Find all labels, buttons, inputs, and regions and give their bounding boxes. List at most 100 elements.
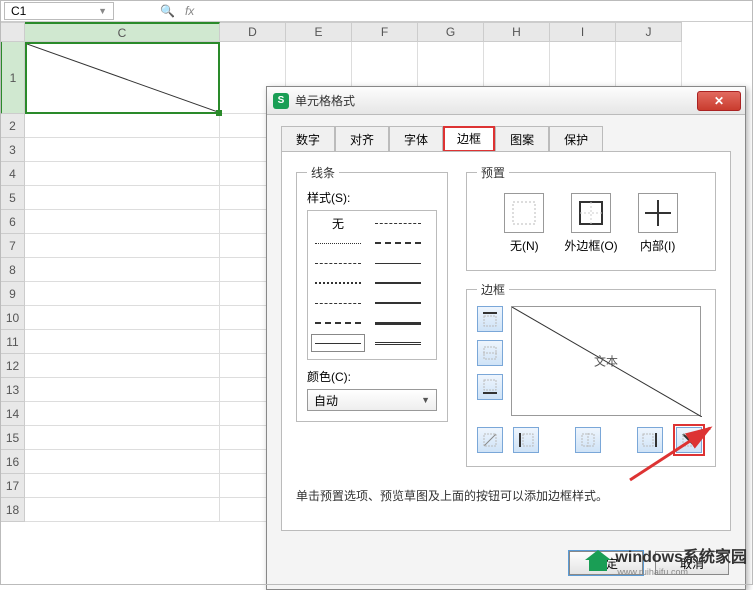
row-header[interactable]: 6	[0, 210, 25, 234]
tab-border[interactable]: 边框	[443, 126, 495, 152]
line-style-option[interactable]	[312, 255, 364, 271]
line-style-option[interactable]	[312, 315, 364, 331]
cell-reference: C1	[11, 4, 26, 18]
row-header[interactable]: 14	[0, 402, 25, 426]
cell[interactable]	[25, 498, 220, 522]
cell[interactable]	[25, 378, 220, 402]
line-legend: 线条	[307, 164, 339, 181]
row-header[interactable]: 11	[0, 330, 25, 354]
border-diag-down-button[interactable]	[676, 427, 702, 453]
preview-text: 文本	[594, 353, 618, 370]
line-color-select[interactable]: 自动 ▼	[307, 389, 437, 411]
line-style-list[interactable]: 无	[307, 210, 437, 360]
row-header[interactable]: 7	[0, 234, 25, 258]
preset-inner[interactable]: 内部(I)	[638, 193, 678, 254]
row-header[interactable]: 16	[0, 450, 25, 474]
search-icon[interactable]: 🔍	[160, 4, 175, 18]
line-style-none[interactable]: 无	[312, 215, 364, 231]
tab-font[interactable]: 字体	[389, 126, 443, 152]
line-style-option[interactable]	[312, 275, 364, 291]
row-header[interactable]: 9	[0, 282, 25, 306]
column-header[interactable]: J	[616, 22, 682, 42]
formula-bar: C1 ▼ 🔍 fx	[0, 0, 753, 22]
row-header[interactable]: 15	[0, 426, 25, 450]
line-style-option[interactable]	[312, 295, 364, 311]
select-all-corner[interactable]	[0, 22, 25, 42]
border-bottom-button[interactable]	[477, 374, 503, 400]
fx-icon[interactable]: fx	[185, 4, 194, 18]
line-style-option[interactable]	[312, 235, 364, 251]
line-style-option[interactable]	[372, 335, 424, 351]
border-vmiddle-button[interactable]	[575, 427, 601, 453]
column-header[interactable]: I	[550, 22, 616, 42]
line-style-option-selected[interactable]	[312, 335, 364, 351]
column-header[interactable]: C	[25, 22, 220, 42]
tab-number[interactable]: 数字	[281, 126, 335, 152]
column-header[interactable]: H	[484, 22, 550, 42]
hint-text: 单击预置选项、预览草图及上面的按钮可以添加边框样式。	[296, 477, 716, 504]
close-button[interactable]: ✕	[697, 91, 741, 111]
line-style-option[interactable]	[372, 295, 424, 311]
line-style-option[interactable]	[372, 255, 424, 271]
chevron-down-icon: ▼	[421, 395, 430, 405]
row-header[interactable]: 12	[0, 354, 25, 378]
cell[interactable]	[25, 402, 220, 426]
dialog-titlebar[interactable]: S 单元格格式 ✕	[267, 87, 745, 115]
cell-c1-selected[interactable]	[25, 42, 220, 114]
column-headers: C D E F G H I J	[25, 22, 753, 42]
cell[interactable]	[25, 138, 220, 162]
row-header[interactable]: 4	[0, 162, 25, 186]
row-header[interactable]: 18	[0, 498, 25, 522]
cell[interactable]	[25, 114, 220, 138]
preset-none[interactable]: 无(N)	[504, 193, 544, 254]
watermark-url: www.ruihaifu.com	[617, 567, 747, 579]
fill-handle[interactable]	[216, 110, 222, 116]
dialog-title: 单元格格式	[295, 92, 697, 109]
tab-align[interactable]: 对齐	[335, 126, 389, 152]
column-header[interactable]: G	[418, 22, 484, 42]
cell[interactable]	[25, 426, 220, 450]
cell[interactable]	[25, 186, 220, 210]
line-style-option[interactable]	[372, 275, 424, 291]
cell[interactable]	[25, 330, 220, 354]
style-label: 样式(S):	[307, 189, 437, 206]
cell[interactable]	[25, 234, 220, 258]
line-style-option[interactable]	[372, 215, 424, 231]
border-hmiddle-button[interactable]	[477, 340, 503, 366]
row-header[interactable]: 2	[0, 114, 25, 138]
border-right-button[interactable]	[637, 427, 663, 453]
tab-pattern[interactable]: 图案	[495, 126, 549, 152]
row-header[interactable]: 5	[0, 186, 25, 210]
cell[interactable]	[25, 354, 220, 378]
row-header[interactable]: 3	[0, 138, 25, 162]
preset-outer[interactable]: 外边框(O)	[564, 193, 617, 254]
cell[interactable]	[25, 210, 220, 234]
cell[interactable]	[25, 162, 220, 186]
color-value: 自动	[314, 392, 338, 409]
border-preview[interactable]: 文本	[511, 306, 701, 416]
line-style-option[interactable]	[372, 235, 424, 251]
tab-protect[interactable]: 保护	[549, 126, 603, 152]
cell[interactable]	[25, 474, 220, 498]
border-legend: 边框	[477, 281, 509, 298]
line-style-option[interactable]	[372, 315, 424, 331]
row-header[interactable]: 8	[0, 258, 25, 282]
line-group: 线条 样式(S): 无 颜	[296, 164, 448, 422]
column-header[interactable]: D	[220, 22, 286, 42]
border-diag-up-button[interactable]	[477, 427, 503, 453]
border-left-button[interactable]	[513, 427, 539, 453]
cell[interactable]	[25, 306, 220, 330]
column-header[interactable]: E	[286, 22, 352, 42]
row-header[interactable]: 13	[0, 378, 25, 402]
watermark-brand: windows	[615, 549, 683, 566]
border-top-button[interactable]	[477, 306, 503, 332]
cell[interactable]	[25, 258, 220, 282]
column-header[interactable]: F	[352, 22, 418, 42]
row-header[interactable]: 1	[0, 42, 25, 114]
row-header[interactable]: 17	[0, 474, 25, 498]
cell[interactable]	[25, 282, 220, 306]
border-group: 边框 文本	[466, 281, 716, 467]
cell[interactable]	[25, 450, 220, 474]
row-header[interactable]: 10	[0, 306, 25, 330]
name-box[interactable]: C1 ▼	[4, 2, 114, 20]
